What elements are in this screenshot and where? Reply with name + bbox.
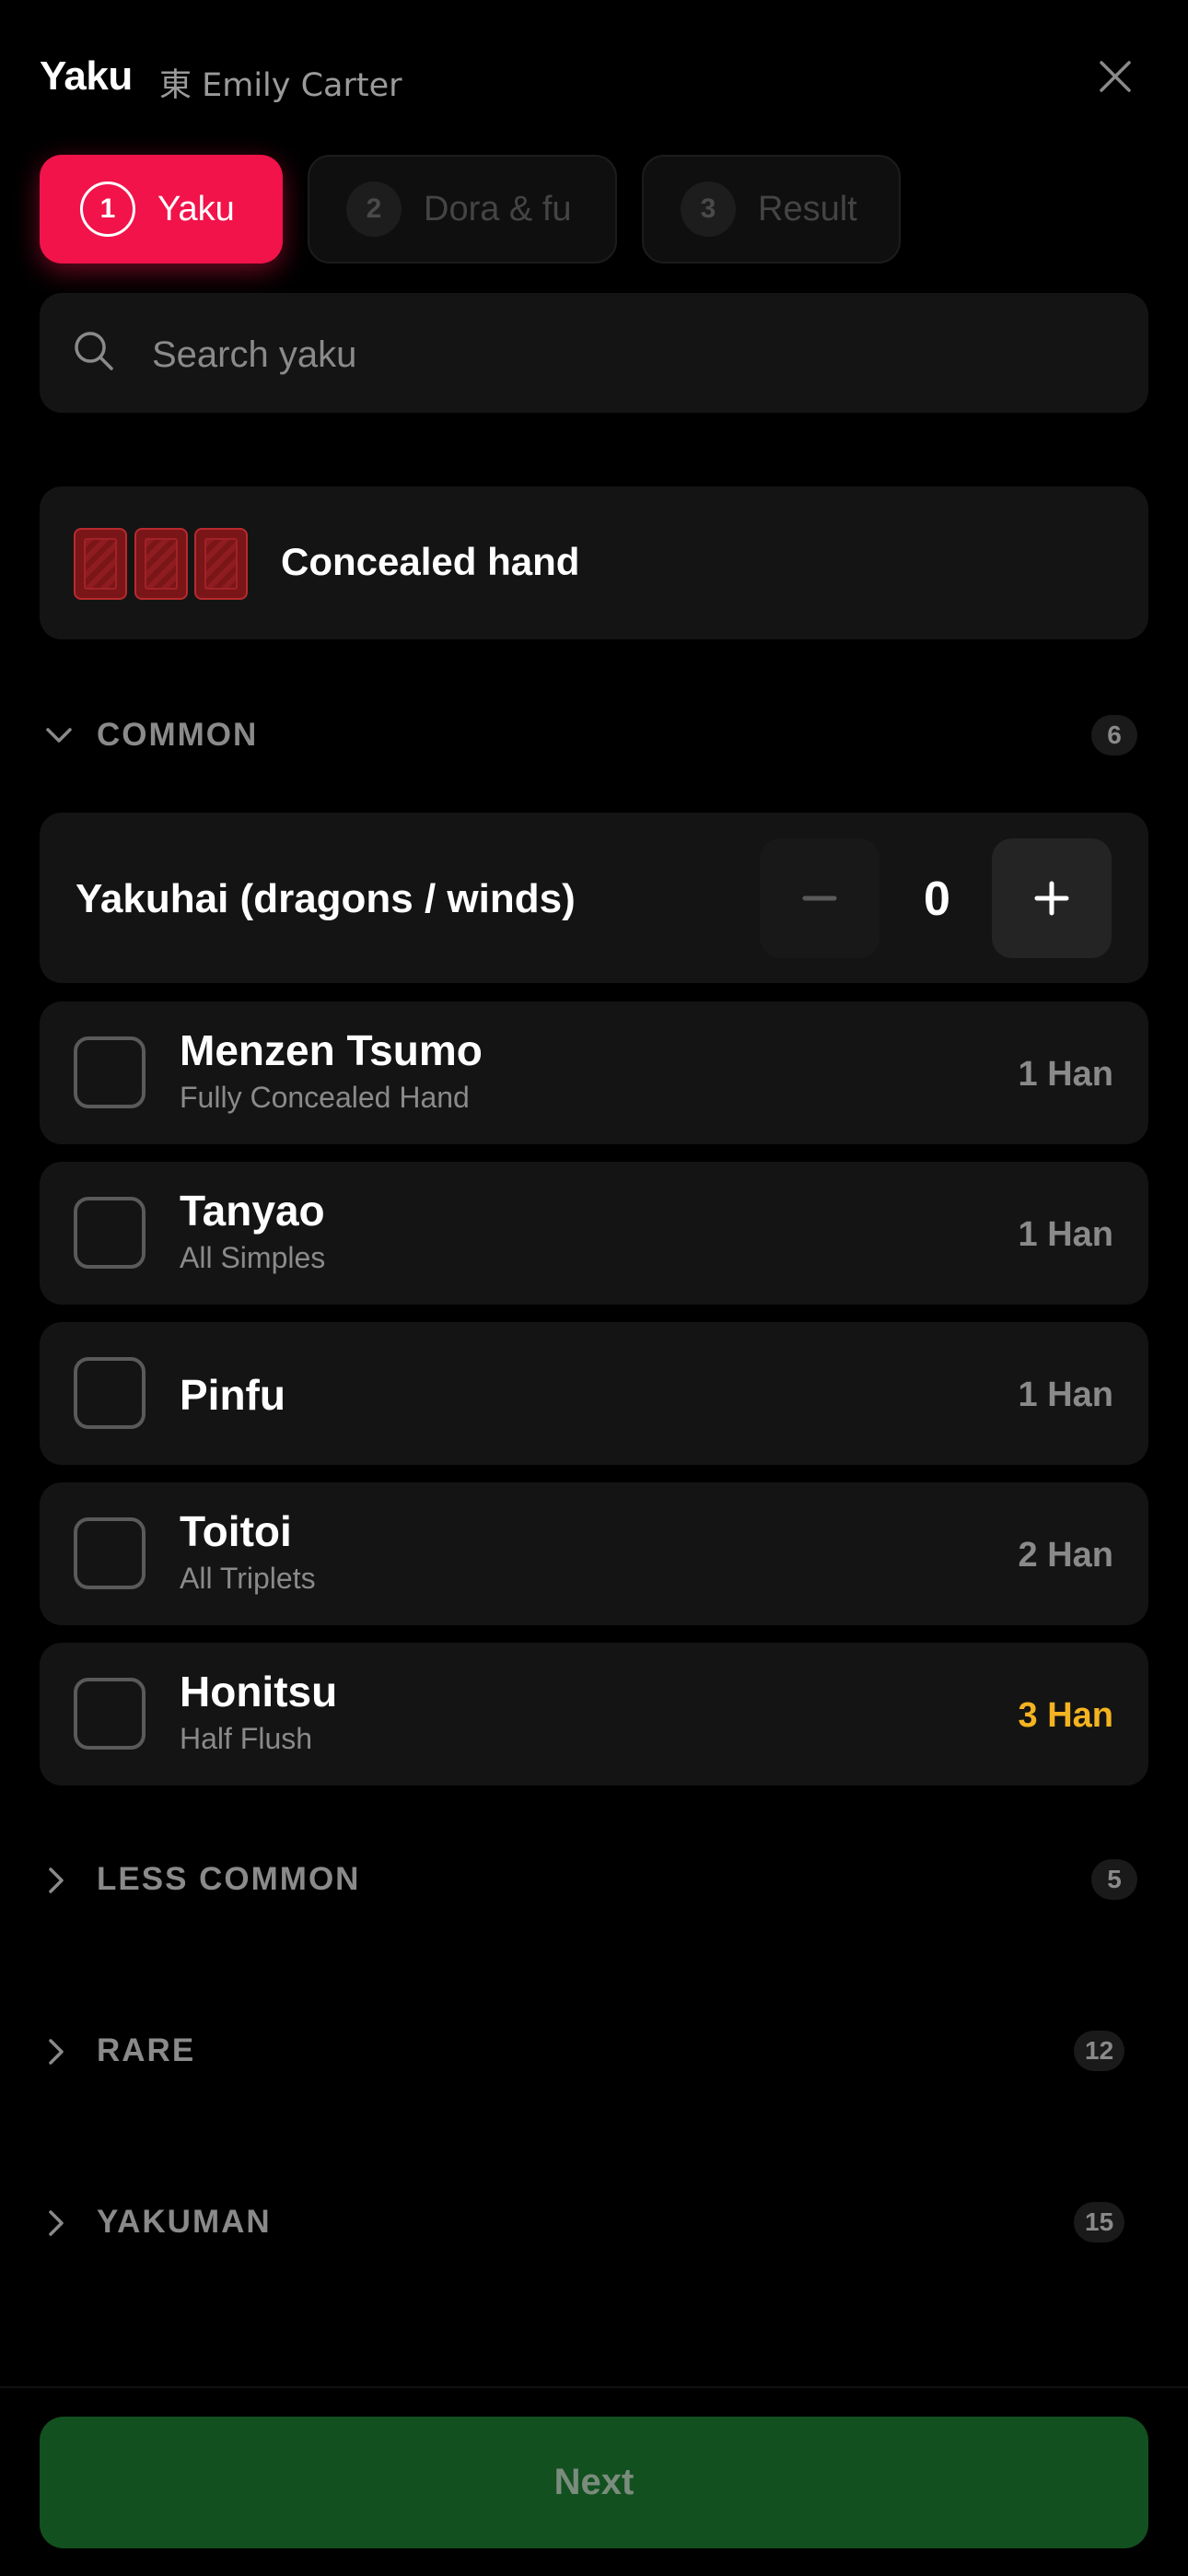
concealed-hand-label: Concealed hand bbox=[281, 540, 580, 583]
close-icon bbox=[1100, 61, 1131, 92]
increment-button[interactable] bbox=[992, 838, 1112, 958]
close-button[interactable] bbox=[1092, 53, 1138, 100]
mahjong-tiles-icon bbox=[74, 528, 127, 600]
section-count-badge: 6 bbox=[1091, 715, 1137, 755]
chevron-right-icon[interactable] bbox=[43, 2207, 69, 2239]
decrement-button[interactable] bbox=[760, 838, 879, 958]
step-tab-dora-fu[interactable]: 2 Dora & fu bbox=[308, 155, 617, 263]
section-count-badge: 12 bbox=[1074, 2031, 1125, 2071]
step-label: Yaku bbox=[157, 189, 235, 228]
next-button[interactable]: Next bbox=[40, 2417, 1148, 2548]
mahjong-tiles-icon bbox=[134, 528, 188, 600]
footer-divider bbox=[0, 2386, 1188, 2388]
yaku-name: Menzen Tsumo bbox=[180, 1026, 483, 1074]
step-label: Dora & fu bbox=[424, 189, 572, 228]
yaku-han-value: 1 Han bbox=[1018, 1055, 1113, 1094]
chevron-down-icon[interactable] bbox=[43, 722, 75, 748]
yaku-name: Honitsu bbox=[180, 1668, 338, 1715]
section-count-badge: 5 bbox=[1091, 1859, 1137, 1900]
player-subtitle: 東 Emily Carter bbox=[159, 67, 402, 104]
minus-icon bbox=[802, 896, 837, 901]
yaku-description: All Triplets bbox=[180, 1562, 316, 1595]
yaku-description: Fully Concealed Hand bbox=[180, 1081, 470, 1114]
yaku-row-pinfu[interactable]: Pinfu 1 Han bbox=[40, 1322, 1148, 1465]
yaku-checkbox[interactable] bbox=[74, 1197, 146, 1269]
yaku-name: Toitoi bbox=[180, 1507, 292, 1555]
yaku-han-value: 3 Han bbox=[1018, 1696, 1113, 1735]
section-count-badge: 15 bbox=[1074, 2202, 1125, 2242]
yaku-han-value: 1 Han bbox=[1018, 1376, 1113, 1414]
plus-icon bbox=[1034, 881, 1069, 916]
search-icon bbox=[75, 332, 113, 370]
yaku-han-value: 2 Han bbox=[1018, 1536, 1113, 1575]
step-number: 2 bbox=[346, 181, 402, 237]
page-title: Yaku bbox=[40, 53, 133, 99]
chevron-right-icon[interactable] bbox=[43, 2036, 69, 2067]
yaku-name: Tanyao bbox=[180, 1187, 325, 1235]
yaku-description: All Simples bbox=[180, 1241, 326, 1274]
section-header-less-common[interactable]: LESS COMMON bbox=[97, 1861, 360, 1898]
step-tab-result[interactable]: 3 Result bbox=[642, 155, 901, 263]
section-header-yakuman[interactable]: YAKUMAN bbox=[97, 2204, 272, 2241]
yaku-name: Pinfu bbox=[180, 1371, 285, 1419]
mahjong-tiles-icon bbox=[194, 528, 248, 600]
section-header-rare[interactable]: RARE bbox=[97, 2032, 195, 2069]
yaku-row-menzen-tsumo[interactable]: Menzen Tsumo Fully Concealed Hand 1 Han bbox=[40, 1001, 1148, 1144]
yaku-row-tanyao[interactable]: Tanyao All Simples 1 Han bbox=[40, 1162, 1148, 1305]
yaku-description: Half Flush bbox=[180, 1722, 313, 1755]
step-number: 3 bbox=[681, 181, 736, 237]
yaku-han-value: 1 Han bbox=[1018, 1215, 1113, 1254]
yaku-row-toitoi[interactable]: Toitoi All Triplets 2 Han bbox=[40, 1482, 1148, 1625]
chevron-right-icon[interactable] bbox=[43, 1865, 69, 1896]
yakuhai-counter-value: 0 bbox=[924, 872, 950, 926]
step-label: Result bbox=[758, 189, 857, 228]
step-tab-yaku[interactable]: 1 Yaku bbox=[40, 155, 283, 263]
yaku-row-honitsu[interactable]: Honitsu Half Flush 3 Han bbox=[40, 1643, 1148, 1786]
step-number: 1 bbox=[80, 181, 135, 237]
section-header-common[interactable]: COMMON bbox=[97, 717, 258, 754]
yakuhai-label: Yakuhai (dragons / winds) bbox=[76, 876, 576, 921]
yaku-checkbox[interactable] bbox=[74, 1517, 146, 1589]
search-input[interactable] bbox=[152, 332, 1073, 378]
yaku-checkbox[interactable] bbox=[74, 1678, 146, 1750]
yaku-checkbox[interactable] bbox=[74, 1036, 146, 1108]
yaku-checkbox[interactable] bbox=[74, 1357, 146, 1429]
